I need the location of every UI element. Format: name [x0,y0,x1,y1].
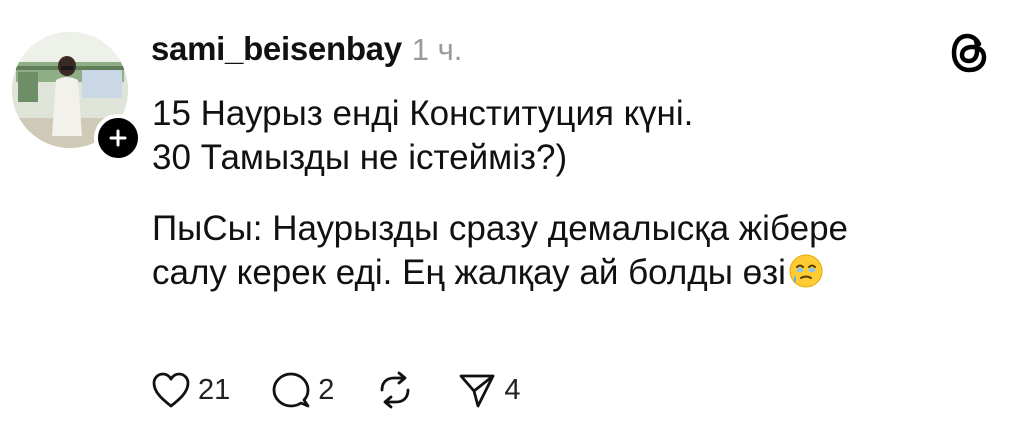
post-line: 30 Тамызды не істейміз?) [152,138,568,177]
post-line-text: салу керек еді. Ең жалқау ай болды өзі [152,253,786,292]
post-line: ПыСы: Наурызды сразу демалысқа жібере [152,209,849,248]
post-body: 15 Наурыз енді Конституция күні. 30 Тамы… [152,92,992,295]
share-count: 4 [504,373,521,406]
heart-icon [152,372,190,408]
action-bar: 21 2 4 [150,365,561,415]
post-line: 15 Наурыз енді Конституция күні. [152,94,694,133]
comment-button[interactable]: 2 [270,370,334,410]
timestamp: 1 ч. [411,32,463,67]
plus-icon [109,129,127,147]
author-avatar-group[interactable] [12,32,142,162]
repost-button[interactable] [374,370,416,410]
send-icon [460,374,495,408]
like-count: 21 [198,373,231,406]
follow-button[interactable] [94,114,142,162]
like-button[interactable]: 21 [150,370,230,410]
face-holding-back-tears-emoji [789,254,823,288]
post-header: sami_beisenbay 1 ч. [151,30,462,74]
comment-bubble-icon [272,372,310,408]
share-button[interactable]: 4 [456,370,521,410]
repost-icon [381,371,410,409]
post-line-with-emoji: салу керек еді. Ең жалқау ай болды өзі [152,251,992,295]
username[interactable]: sami_beisenbay [151,30,402,68]
threads-logo-icon [951,33,987,73]
comment-count: 2 [318,373,335,406]
